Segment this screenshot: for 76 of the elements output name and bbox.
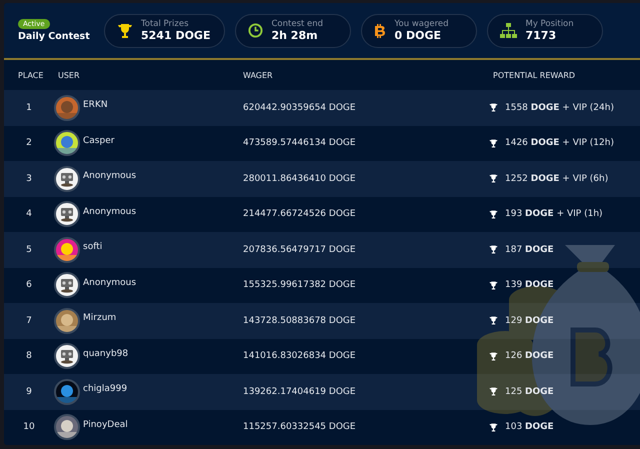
user-name: PinoyDeal: [83, 420, 128, 430]
trophy-icon: [489, 210, 498, 219]
stat-label: You wagered: [394, 19, 449, 29]
stat-label: Total Prizes: [141, 19, 190, 29]
stat-value: 5241 DOGE: [141, 29, 210, 42]
reward-cell-text: 187 DOGE: [504, 244, 554, 255]
wager-cell-text: 143728.50883678 DOGE: [242, 316, 357, 326]
place-cell-text: 1: [25, 102, 33, 113]
clock-icon: [248, 23, 264, 38]
table-row[interactable]: 3 Anonymous 280011.86436410 DOGE 1252 DOGE + VIP (6h): [4, 161, 640, 196]
user-name: chigla999: [83, 384, 128, 394]
column-header: WAGER: [242, 70, 274, 80]
wager-cell-text: 473589.57446134 DOGE: [242, 138, 357, 148]
place-cell-text: 4: [25, 209, 33, 220]
user-name: ERKN: [83, 100, 108, 110]
trophy-icon: [117, 22, 133, 38]
robot-avatar-icon: [54, 166, 80, 192]
place-cell-text: 3: [25, 174, 33, 184]
trophy-icon: [489, 174, 498, 184]
column-header: USER: [57, 70, 81, 80]
user-name: Anonymous: [83, 171, 136, 182]
trophy-icon: [489, 422, 498, 432]
place-cell-text: 6: [25, 280, 33, 290]
user-name: Casper: [83, 136, 114, 146]
reward-cell-text: 193 DOGE + VIP (1h): [504, 209, 603, 220]
stat-value: 7173: [525, 29, 558, 42]
stat-label: My Position: [525, 19, 574, 29]
place-cell-text: 10: [22, 422, 36, 432]
place-cell-text: 5: [25, 244, 33, 255]
reward-cell-text: 1252 DOGE + VIP (6h): [504, 174, 608, 184]
wager-cell-text: 214477.66724526 DOGE: [242, 209, 357, 220]
wager-cell-text: 280011.86436410 DOGE: [242, 174, 357, 184]
trophy-icon: [489, 352, 498, 361]
stat-value: 0 DOGE: [394, 29, 442, 42]
wager-cell-text: 139262.17404619 DOGE: [242, 386, 357, 397]
wager-cell-text: 141016.83026834 DOGE: [242, 351, 357, 362]
table-row[interactable]: 5 softi 207836.56479717 DOGE 187 DOGE: [4, 232, 640, 268]
user-name: Anonymous: [83, 278, 136, 288]
reward-cell-text: 126 DOGE: [504, 351, 554, 362]
robot-avatar-icon: [54, 343, 80, 370]
reward-cell-text: 129 DOGE: [504, 316, 554, 326]
table-row[interactable]: 9 chigla999 139262.17404619 DOGE 125 DOGE: [4, 374, 640, 410]
trophy-icon: [489, 280, 498, 290]
robot-avatar-icon: [54, 201, 80, 228]
stat-value: 2h 28m: [271, 29, 319, 42]
contest-title: Daily Contest: [18, 31, 90, 42]
bitcoin-icon: [374, 22, 386, 38]
reward-cell-text: 1558 DOGE + VIP (24h): [504, 102, 614, 113]
reward-cell-text: 139 DOGE: [504, 280, 554, 290]
column-header: POTENTIAL REWARD: [492, 70, 576, 80]
wager-cell-text: 115257.60332545 DOGE: [242, 422, 357, 432]
trophy-icon: [489, 138, 498, 148]
trophy-icon: [489, 316, 498, 326]
table-row[interactable]: 7 Mirzum 143728.50883678 DOGE 129 DOGE: [4, 303, 640, 338]
reward-cell-text: 103 DOGE: [504, 422, 554, 432]
place-cell-text: 8: [25, 351, 33, 362]
wager-cell-text: 155325.99617382 DOGE: [242, 280, 357, 290]
robot-avatar-icon: [54, 272, 80, 298]
trophy-icon: [489, 387, 498, 396]
reward-cell-text: 125 DOGE: [504, 386, 554, 397]
place-cell-text: 9: [25, 386, 33, 397]
wager-cell-text: 207836.56479717 DOGE: [242, 244, 357, 255]
table-row[interactable]: 1 ERKN 620442.90359654 DOGE 1558 DOGE + VIP (24h): [4, 90, 640, 126]
place-cell-text: 2: [25, 138, 33, 148]
column-header: PLACE: [17, 70, 44, 80]
user-name: quanyb98: [83, 348, 128, 359]
trophy-icon: [489, 103, 498, 112]
reward-cell-text: 1426 DOGE + VIP (12h): [504, 138, 614, 148]
user-name: Mirzum: [83, 313, 116, 324]
trophy-icon: [489, 245, 498, 254]
hierarchy-icon: [500, 23, 518, 38]
stat-label: Contest end: [271, 19, 324, 29]
user-name: Anonymous: [83, 206, 136, 217]
wager-cell-text: 620442.90359654 DOGE: [242, 102, 357, 113]
place-cell-text: 7: [25, 316, 33, 326]
user-name: softi: [83, 242, 102, 252]
